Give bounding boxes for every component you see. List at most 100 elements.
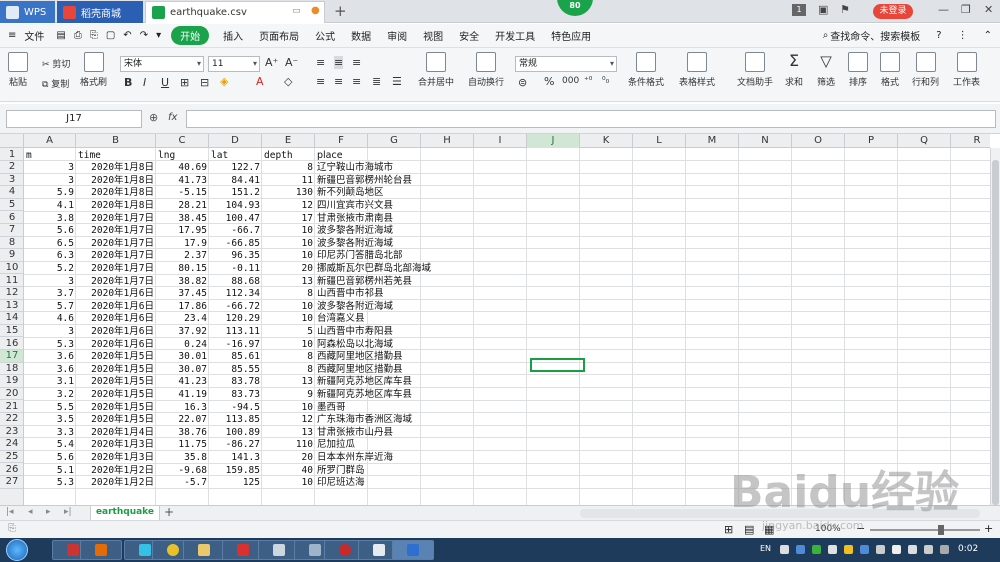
decrease-font-icon[interactable]: A⁻	[285, 56, 298, 69]
cell-b25[interactable]: 2020年1月3日	[76, 451, 156, 464]
worksheet-button[interactable]: 工作表	[953, 52, 980, 88]
cell-f8[interactable]: 波多黎各附近海域	[315, 237, 515, 250]
tab-earthquake-csv[interactable]: earthquake.csv ▭ ●	[145, 1, 325, 23]
flag-tray-icon[interactable]	[892, 545, 901, 554]
cell-a21[interactable]: 5.5	[24, 401, 76, 414]
copy-button[interactable]: ⧉ 复制	[42, 77, 69, 90]
cell-e22[interactable]: 12	[262, 413, 315, 426]
cell-e15[interactable]: 5	[262, 325, 315, 338]
column-header-r[interactable]: R	[951, 134, 1000, 148]
currency-icon[interactable]: ⊜	[518, 76, 527, 89]
cell-d24[interactable]: -86.27	[209, 438, 262, 451]
align-center-icon[interactable]: ≡	[334, 75, 343, 88]
cell-e25[interactable]: 20	[262, 451, 315, 464]
cell-d11[interactable]: 88.68	[209, 275, 262, 288]
row-header-15[interactable]: 15	[0, 325, 23, 338]
row-header-24[interactable]: 24	[0, 438, 23, 451]
close-icon[interactable]: ✕	[984, 3, 993, 16]
cell-c4[interactable]: -5.15	[156, 186, 209, 199]
cell-a22[interactable]: 3.5	[24, 413, 76, 426]
cell-d1[interactable]: lat	[209, 149, 262, 162]
row-header-6[interactable]: 6	[0, 212, 23, 225]
column-header-l[interactable]: L	[633, 134, 686, 148]
cell-c22[interactable]: 22.07	[156, 413, 209, 426]
row-header-18[interactable]: 18	[0, 363, 23, 376]
cell-c21[interactable]: 16.3	[156, 401, 209, 414]
cell-b7[interactable]: 2020年1月7日	[76, 224, 156, 237]
cell-c15[interactable]: 37.92	[156, 325, 209, 338]
cell-c16[interactable]: 0.24	[156, 338, 209, 351]
row-header-14[interactable]: 14	[0, 312, 23, 325]
row-header-13[interactable]: 13	[0, 300, 23, 313]
cell-c18[interactable]: 30.07	[156, 363, 209, 376]
zoom-slider-knob[interactable]	[938, 525, 944, 535]
font-name-select[interactable]: 宋体	[120, 56, 204, 72]
cell-b12[interactable]: 2020年1月6日	[76, 287, 156, 300]
vertical-scroll-thumb[interactable]	[992, 160, 999, 505]
cell-d10[interactable]: -0.11	[209, 262, 262, 275]
cell-a6[interactable]: 3.8	[24, 212, 76, 225]
percent-button[interactable]: %	[544, 75, 554, 88]
undo-icon[interactable]: ↶	[119, 30, 135, 41]
cell-b13[interactable]: 2020年1月6日	[76, 300, 156, 313]
cell-c19[interactable]: 41.23	[156, 375, 209, 388]
cell-a7[interactable]: 5.6	[24, 224, 76, 237]
cell-e13[interactable]: 10	[262, 300, 315, 313]
cell-b3[interactable]: 2020年1月8日	[76, 174, 156, 187]
cell-b14[interactable]: 2020年1月6日	[76, 312, 156, 325]
taskbar-app-explorer[interactable]	[183, 540, 225, 560]
restore-icon[interactable]: ❐	[961, 3, 971, 16]
new-tab-button[interactable]: +	[334, 2, 347, 20]
cell-e17[interactable]: 8	[262, 350, 315, 363]
row-header-12[interactable]: 12	[0, 287, 23, 300]
cell-f13[interactable]: 波多黎各附近海域	[315, 300, 515, 313]
cell-b18[interactable]: 2020年1月5日	[76, 363, 156, 376]
column-header-c[interactable]: C	[156, 134, 209, 148]
cell-c2[interactable]: 40.69	[156, 161, 209, 174]
cell-b26[interactable]: 2020年1月2日	[76, 464, 156, 477]
cell-f26[interactable]: 所罗门群岛	[315, 464, 515, 477]
cell-d17[interactable]: 85.61	[209, 350, 262, 363]
prev-sheet-icon[interactable]: ◂	[28, 507, 33, 517]
row-header-25[interactable]: 25	[0, 451, 23, 464]
clear-icon[interactable]: ◇	[284, 75, 292, 88]
cell-a13[interactable]: 5.7	[24, 300, 76, 313]
cell-c6[interactable]: 38.45	[156, 212, 209, 225]
cell-f4[interactable]: 新不列颠岛地区	[315, 186, 515, 199]
cell-f1[interactable]: place	[315, 149, 515, 162]
cell-b17[interactable]: 2020年1月5日	[76, 350, 156, 363]
cell-d2[interactable]: 122.7	[209, 161, 262, 174]
input-language[interactable]: EN	[760, 544, 771, 553]
help-button[interactable]: ?	[928, 30, 949, 41]
cell-e24[interactable]: 110	[262, 438, 315, 451]
fill-color-icon[interactable]: ◈	[220, 75, 228, 88]
cut-button[interactable]: ✂ 剪切	[42, 57, 70, 70]
print-icon[interactable]: ⎘	[86, 30, 102, 41]
page-layout-icon[interactable]: ▤	[744, 523, 754, 536]
cell-grid[interactable]: m time lng lat depth place 3 2020年1月8日 40.69 122.…	[24, 148, 990, 505]
cell-d23[interactable]: 100.89	[209, 426, 262, 439]
cell-b10[interactable]: 2020年1月7日	[76, 262, 156, 275]
cell-d21[interactable]: -94.5	[209, 401, 262, 414]
login-button[interactable]: 未登录	[873, 4, 913, 19]
cell-a8[interactable]: 6.5	[24, 237, 76, 250]
cell-e4[interactable]: 130	[262, 186, 315, 199]
zoom-in-icon[interactable]: ⊕	[149, 111, 158, 124]
cell-d26[interactable]: 159.85	[209, 464, 262, 477]
last-sheet-icon[interactable]: ▸|	[64, 507, 72, 517]
filter-button[interactable]: ▽ 筛选	[816, 52, 836, 88]
cell-e6[interactable]: 17	[262, 212, 315, 225]
cell-f27[interactable]: 印尼班达海	[315, 476, 515, 489]
row-header-2[interactable]: 2	[0, 161, 23, 174]
column-header-k[interactable]: K	[580, 134, 633, 148]
display-tray-icon[interactable]	[908, 545, 917, 554]
cell-e8[interactable]: 10	[262, 237, 315, 250]
cell-c9[interactable]: 2.37	[156, 249, 209, 262]
cell-e20[interactable]: 9	[262, 388, 315, 401]
menu-developer[interactable]: 开发工具	[487, 28, 543, 43]
row-header-9[interactable]: 9	[0, 249, 23, 262]
cell-e7[interactable]: 10	[262, 224, 315, 237]
cell-e26[interactable]: 40	[262, 464, 315, 477]
macro-icon[interactable]: ⎘	[8, 523, 16, 534]
cell-e2[interactable]: 8	[262, 161, 315, 174]
